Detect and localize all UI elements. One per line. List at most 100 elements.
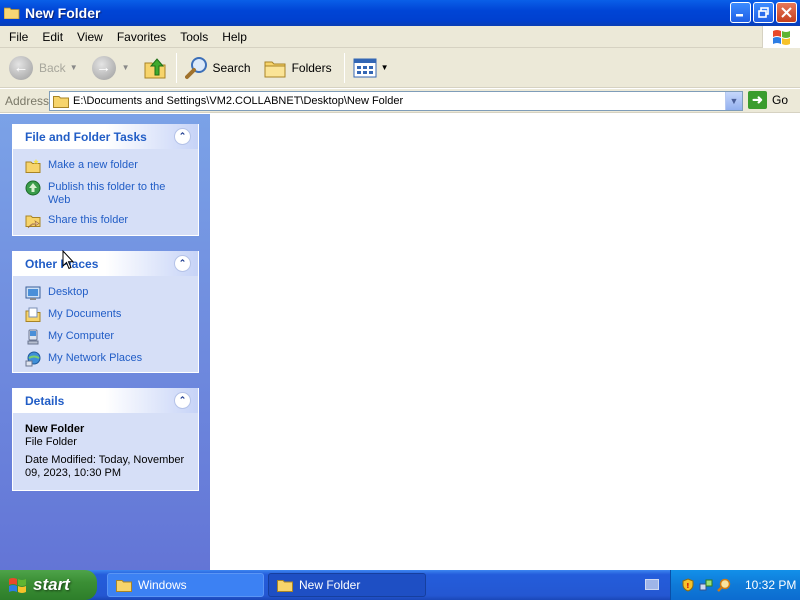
window-title: New Folder [25, 5, 101, 21]
forward-arrow-icon: → [91, 55, 116, 80]
search-icon[interactable] [717, 578, 731, 592]
close-icon [781, 7, 792, 18]
panel-title: File and Folder Tasks [25, 129, 147, 144]
start-button[interactable]: start [0, 570, 97, 600]
address-label: Address [5, 93, 50, 108]
views-button[interactable]: ▼ [349, 51, 393, 85]
folder-icon [53, 95, 69, 108]
place-desktop[interactable]: Desktop [25, 285, 188, 301]
menu-bar: File Edit View Favorites Tools Help [0, 26, 800, 48]
place-my-network-places[interactable]: My Network Places [25, 351, 188, 367]
toolbar-separator [343, 52, 345, 83]
task-pane: File and Folder Tasks ⌃ Make a new folde… [0, 114, 210, 570]
address-bar: Address E:\Documents and Settings\VM2.CO… [0, 89, 800, 113]
panel-header[interactable]: Details ⌃ [13, 388, 198, 413]
toolbar-separator [175, 52, 177, 83]
task-label: Make a new folder [48, 159, 138, 171]
folder-content-area[interactable] [210, 114, 800, 570]
file-folder-tasks-panel: File and Folder Tasks ⌃ Make a new folde… [12, 124, 199, 236]
up-folder-icon [144, 57, 166, 78]
place-my-computer[interactable]: My Computer [25, 329, 188, 345]
folder-icon [116, 579, 132, 592]
up-folder-button[interactable] [138, 51, 172, 85]
restore-icon [757, 6, 769, 18]
details-panel: Details ⌃ New Folder File Folder Date Mo… [12, 388, 199, 491]
place-label: My Network Places [48, 352, 143, 364]
menu-view[interactable]: View [70, 30, 110, 44]
restore-button[interactable] [753, 2, 774, 23]
task-label: Share this folder [48, 214, 129, 226]
menu-favorites[interactable]: Favorites [110, 30, 173, 44]
panel-header[interactable]: File and Folder Tasks ⌃ [13, 124, 198, 149]
collapse-icon[interactable]: ⌃ [174, 392, 191, 409]
taskbar: start Windows New Folder ! 10:32 PM [0, 570, 800, 600]
search-button[interactable]: Search [181, 51, 255, 85]
folders-icon [264, 61, 286, 77]
keyboard-icon[interactable] [645, 579, 659, 590]
panel-header[interactable]: Other Places ⌃ [13, 251, 198, 276]
menu-edit[interactable]: Edit [35, 30, 70, 44]
task-publish-web[interactable]: Publish this folder to the Web [25, 180, 188, 207]
address-value[interactable]: E:\Documents and Settings\VM2.COLLABNET\… [73, 95, 403, 107]
new-folder-icon [25, 159, 41, 173]
folders-label: Folders [291, 60, 332, 75]
go-button[interactable]: ➜ Go [748, 91, 788, 109]
windows-logo-icon [762, 26, 800, 48]
details-modified: Date Modified: Today, November 09, 2023,… [25, 454, 185, 479]
menu-help[interactable]: Help [215, 30, 254, 44]
share-folder-icon [25, 215, 41, 229]
task-share-folder[interactable]: Share this folder [25, 213, 188, 229]
forward-button[interactable]: → ▼ [88, 51, 134, 85]
clock[interactable]: 10:32 PM [745, 578, 796, 592]
windows-flag-icon [9, 578, 26, 593]
place-label: My Documents [48, 308, 122, 320]
chevron-down-icon: ▼ [729, 96, 739, 106]
desktop-icon [25, 286, 41, 300]
svg-text:!: ! [686, 582, 689, 590]
taskbar-button-new-folder[interactable]: New Folder [268, 573, 426, 597]
back-arrow-icon: ← [9, 55, 33, 80]
forward-dropdown-icon[interactable]: ▼ [122, 63, 130, 72]
folder-icon [277, 579, 293, 592]
place-my-documents[interactable]: My Documents [25, 307, 188, 323]
taskbar-button-label: Windows [138, 578, 187, 592]
security-shield-icon[interactable]: ! [681, 578, 695, 592]
panel-title: Details [25, 393, 65, 408]
back-dropdown-icon[interactable]: ▼ [70, 63, 78, 72]
address-field[interactable]: E:\Documents and Settings\VM2.COLLABNET\… [49, 91, 743, 111]
menu-file[interactable]: File [0, 30, 35, 44]
task-make-new-folder[interactable]: Make a new folder [25, 158, 188, 174]
minimize-button[interactable] [730, 2, 751, 23]
publish-web-icon [25, 180, 41, 196]
details-name: New Folder [25, 423, 85, 435]
place-label: My Computer [48, 330, 115, 342]
place-label: Desktop [48, 286, 89, 298]
go-arrow-icon: ➜ [748, 91, 767, 109]
back-label: Back [39, 60, 66, 75]
views-dropdown-icon[interactable]: ▼ [381, 63, 389, 72]
views-icon [353, 58, 377, 77]
taskbar-button-windows[interactable]: Windows [107, 573, 264, 597]
address-dropdown-button[interactable]: ▼ [725, 92, 742, 110]
collapse-icon[interactable]: ⌃ [174, 128, 191, 145]
start-label: start [33, 575, 70, 594]
taskbar-button-label: New Folder [299, 578, 361, 592]
folders-button[interactable]: Folders [259, 51, 336, 85]
back-button[interactable]: ← Back ▼ [5, 51, 82, 85]
collapse-icon[interactable]: ⌃ [174, 255, 191, 272]
system-tray: ! 10:32 PM [670, 570, 800, 600]
network-places-icon [25, 351, 41, 367]
title-bar[interactable]: New Folder [0, 0, 800, 26]
task-label: Publish this folder to the Web [48, 181, 166, 206]
close-button[interactable] [776, 2, 797, 23]
search-label: Search [212, 60, 251, 75]
details-type: File Folder [25, 436, 77, 448]
go-label: Go [772, 93, 789, 107]
my-computer-icon [27, 329, 39, 345]
search-icon [184, 56, 207, 79]
network-connection-icon[interactable] [699, 578, 713, 592]
my-documents-icon [25, 307, 41, 322]
mouse-cursor-icon [62, 250, 75, 270]
other-places-panel: Other Places ⌃ Desktop My Documents My C… [12, 251, 199, 373]
menu-tools[interactable]: Tools [173, 30, 215, 44]
